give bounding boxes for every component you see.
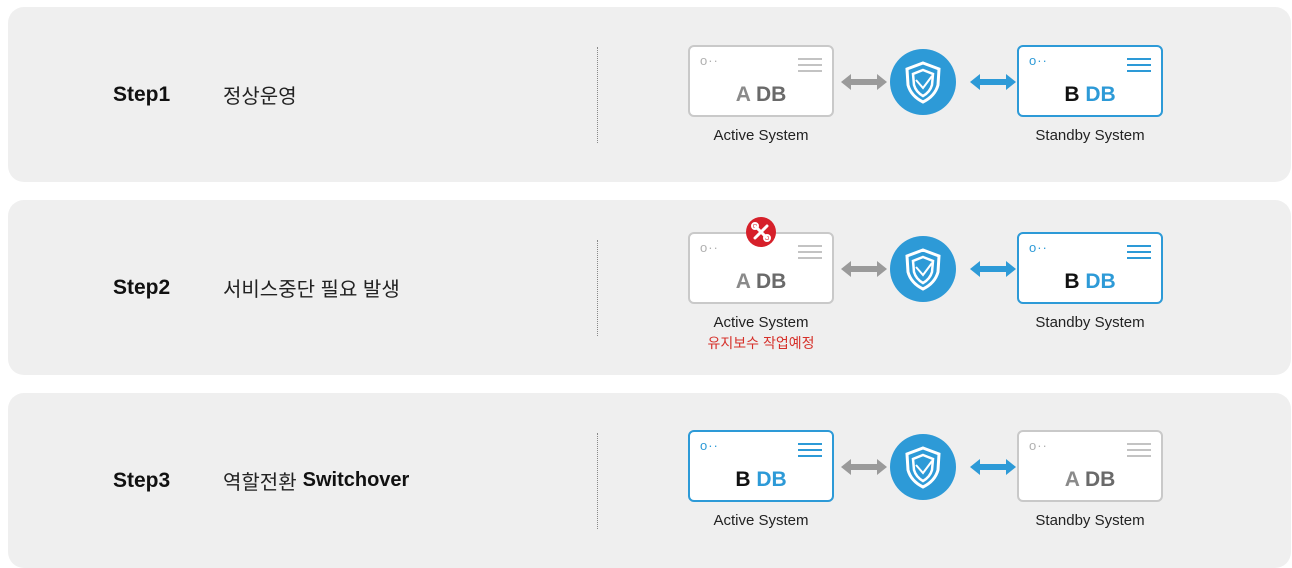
active-system-caption: Active System [713, 314, 809, 331]
divider [597, 433, 598, 529]
active-system-caption: Active System [713, 512, 809, 529]
active-system-box: o·· A DB [688, 45, 834, 117]
step-desc-text: 서비스중단 필요 발생 [223, 279, 400, 301]
window-dots-icon: o·· [1029, 240, 1048, 255]
window-dots-icon: o·· [700, 53, 719, 68]
bidirectional-arrow-blue-icon [970, 459, 1016, 475]
db-name: B DB [1064, 270, 1116, 293]
standby-system-caption: Standby System [1035, 314, 1145, 331]
db-name: A DB [735, 83, 787, 106]
db-name: A DB [735, 270, 787, 293]
bidirectional-arrow-gray-icon [841, 74, 887, 90]
active-system-caption: Active System [713, 127, 809, 144]
step-label: Step2 [113, 275, 171, 299]
step2-panel: Step2 서비스중단 필요 발생 o·· A DB Active System… [8, 200, 1291, 375]
bidirectional-arrow-gray-icon [841, 459, 887, 475]
step3-panel: Step3 역할전환 Switchover o·· B DB Active Sys… [8, 393, 1291, 568]
step-description: 정상운영 [223, 7, 297, 182]
menu-icon [1127, 245, 1151, 259]
standby-system-caption: Standby System [1035, 512, 1145, 529]
active-system-box: o·· B DB [688, 430, 834, 502]
step-desc-bold: Switchover [302, 469, 410, 491]
divider [597, 240, 598, 336]
standby-system-caption: Standby System [1035, 127, 1145, 144]
step-desc-text: 정상운영 [223, 86, 297, 108]
bidirectional-arrow-blue-icon [970, 261, 1016, 277]
db-name: B DB [1064, 83, 1116, 106]
step-description: 역할전환 Switchover [223, 393, 409, 568]
menu-icon [798, 58, 822, 72]
step-description: 서비스중단 필요 발생 [223, 200, 400, 375]
shield-icon [890, 236, 956, 302]
bidirectional-arrow-blue-icon [970, 74, 1016, 90]
standby-system-box: o·· A DB [1017, 430, 1163, 502]
window-dots-icon: o·· [700, 240, 719, 255]
step-label: Step3 [113, 468, 171, 492]
menu-icon [1127, 443, 1151, 457]
divider [597, 47, 598, 143]
window-dots-icon: o·· [700, 438, 719, 453]
menu-icon [1127, 58, 1151, 72]
step-label: Step1 [113, 82, 171, 106]
bidirectional-arrow-gray-icon [841, 261, 887, 277]
step1-panel: Step1 정상운영 o·· A DB Active System o·· B … [8, 7, 1291, 182]
window-dots-icon: o·· [1029, 438, 1048, 453]
shield-icon [890, 434, 956, 500]
menu-icon [798, 245, 822, 259]
window-dots-icon: o·· [1029, 53, 1048, 68]
db-name: A DB [1064, 468, 1116, 491]
standby-system-box: o·· B DB [1017, 232, 1163, 304]
maintenance-note: 유지보수 작업예정 [707, 335, 815, 351]
step-desc-text: 역할전환 [223, 472, 297, 494]
maintenance-wrench-icon [746, 217, 776, 247]
standby-system-box: o·· B DB [1017, 45, 1163, 117]
db-name: B DB [735, 468, 787, 491]
shield-icon [890, 49, 956, 115]
menu-icon [798, 443, 822, 457]
